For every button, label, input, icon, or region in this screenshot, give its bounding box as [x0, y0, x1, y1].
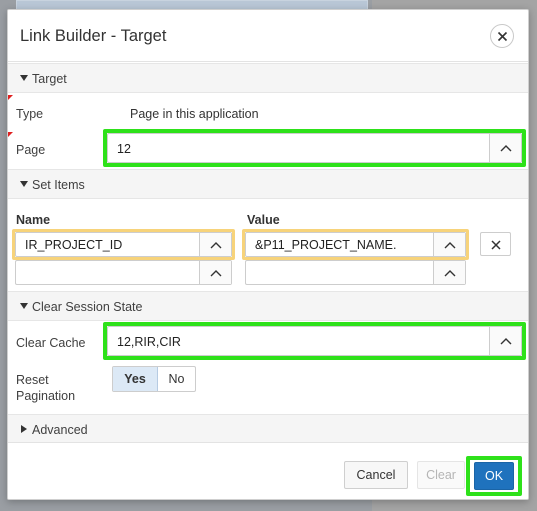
item-value-value: &P11_PROJECT_NAME.	[255, 238, 397, 252]
chevron-up-icon	[500, 338, 512, 345]
section-target-label: Target	[32, 72, 67, 86]
dialog-header: Link Builder - Target	[8, 10, 528, 62]
item-value-field[interactable]: &P11_PROJECT_NAME.	[245, 232, 466, 257]
section-advanced-label: Advanced	[32, 423, 88, 437]
value-column-header: Value	[247, 213, 280, 227]
reset-pagination-toggle: Yes No	[112, 366, 196, 392]
reset-pagination-label-line-2: Pagination	[16, 389, 76, 403]
close-icon	[497, 31, 508, 42]
item-value-popup-button[interactable]	[433, 233, 465, 256]
type-value: Page in this application	[130, 107, 259, 121]
item-name-field-empty[interactable]	[15, 260, 232, 285]
item-name-value: IR_PROJECT_ID	[25, 238, 123, 252]
cancel-button[interactable]: Cancel	[344, 461, 408, 489]
dialog-title: Link Builder - Target	[20, 27, 167, 45]
caret-down-icon	[20, 75, 28, 81]
name-column-header: Name	[16, 213, 51, 227]
required-marker	[8, 95, 13, 100]
dialog-body: Target Type Page in this application Pag…	[8, 63, 528, 442]
caret-down-icon	[20, 303, 28, 309]
section-set-items-label: Set Items	[32, 178, 85, 192]
close-button[interactable]	[490, 24, 514, 48]
chevron-up-icon	[444, 241, 456, 248]
chevron-up-icon	[210, 269, 222, 276]
ok-button[interactable]: OK	[474, 462, 514, 490]
remove-item-button[interactable]	[480, 232, 511, 256]
section-clear-session-header[interactable]: Clear Session State	[8, 291, 528, 321]
clear-button[interactable]: Clear	[417, 461, 465, 489]
page-label: Page	[16, 143, 46, 157]
item-value-field-empty[interactable]	[245, 260, 466, 285]
page-value: 12	[117, 142, 131, 156]
reset-pagination-yes-option[interactable]: Yes	[113, 367, 158, 391]
item-name-popup-button[interactable]	[199, 261, 231, 284]
caret-down-icon	[20, 181, 28, 187]
page-field[interactable]: 12	[107, 133, 522, 163]
dialog-footer: Cancel Clear OK	[8, 442, 528, 499]
reset-pagination-no-option[interactable]: No	[158, 367, 195, 391]
section-clear-session-label: Clear Session State	[32, 300, 143, 314]
chevron-up-icon	[210, 241, 222, 248]
close-icon	[491, 240, 501, 250]
item-name-popup-button[interactable]	[199, 233, 231, 256]
chevron-up-icon	[444, 269, 456, 276]
clear-cache-popup-button[interactable]	[489, 327, 521, 355]
required-marker	[8, 132, 13, 137]
clear-cache-label: Clear Cache	[16, 336, 86, 350]
caret-right-icon	[21, 425, 27, 433]
section-set-items-header[interactable]: Set Items	[8, 169, 528, 199]
item-name-field[interactable]: IR_PROJECT_ID	[15, 232, 232, 257]
section-target-header[interactable]: Target	[8, 63, 528, 93]
clear-cache-field[interactable]: 12,RIR,CIR	[107, 326, 522, 356]
page-popup-button[interactable]	[489, 134, 521, 162]
chevron-up-icon	[500, 145, 512, 152]
item-value-popup-button[interactable]	[433, 261, 465, 284]
link-builder-dialog: Link Builder - Target Target Type Page i…	[7, 9, 529, 500]
clear-cache-value: 12,RIR,CIR	[117, 335, 181, 349]
type-label: Type	[16, 107, 44, 121]
section-advanced-header[interactable]: Advanced	[8, 414, 528, 442]
reset-pagination-label-line-1: Reset	[16, 373, 49, 387]
